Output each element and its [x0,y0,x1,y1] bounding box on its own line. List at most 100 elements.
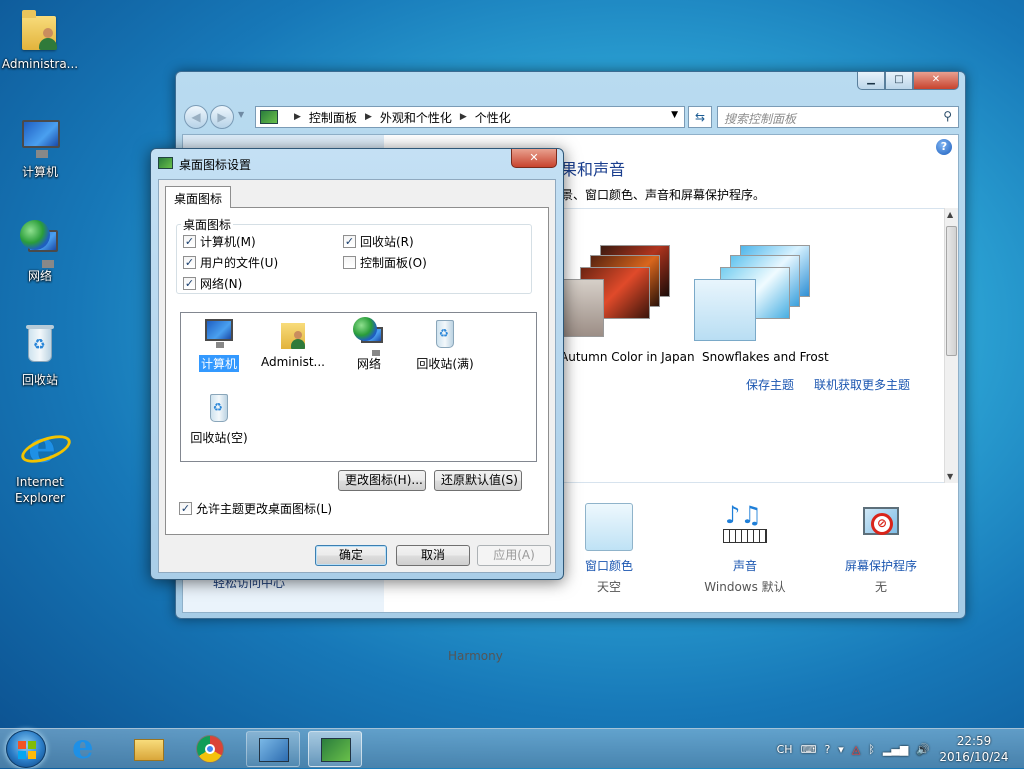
checkbox-mark[interactable]: ✓ [183,277,196,290]
list-item-label: 回收站(空) [190,431,248,445]
checkbox-network[interactable]: ✓ 网络(N) [183,275,242,292]
taskbar-internet-explorer[interactable]: e [60,727,114,767]
window-color-option[interactable]: 窗口颜色 天空 [554,503,664,595]
window-color-icon [585,503,633,551]
list-item-computer[interactable]: 计算机 [181,317,257,372]
network-icon [16,218,64,268]
list-item-label: 计算机 [198,355,239,372]
screensaver-option[interactable]: ⊘ 屏幕保护程序 无 [826,503,936,595]
desktop-icon-label: Internet Explorer [15,475,65,505]
checkbox-label: 控制面板(O) [360,256,427,270]
forward-button[interactable]: ▶ [210,105,234,129]
list-item-recycle-bin-full[interactable]: 回收站(满) [407,317,483,372]
desktop-icon-computer[interactable]: 计算机 [0,114,80,180]
screensaver-value: 无 [874,580,887,594]
maximize-button[interactable]: □ [885,72,913,90]
antivirus-icon[interactable]: ◬ [852,743,860,756]
cancel-button[interactable]: 取消 [396,545,470,566]
checkbox-computer[interactable]: ✓ 计算机(M) [183,233,256,250]
theme-label[interactable]: Autumn Color in Japan [560,350,695,364]
back-button[interactable]: ◀ [184,105,208,129]
input-language[interactable]: CH [777,743,793,756]
tab-desktop-icons[interactable]: 桌面图标 [165,186,232,208]
breadcrumb-item[interactable]: 个性化 [475,109,511,126]
address-dropdown-icon[interactable]: ▼ [671,110,678,120]
control-panel-icon [260,110,278,124]
checkbox-control-panel[interactable]: 控制面板(O) [343,254,427,271]
network-signal-icon[interactable]: ▂▄▆ [883,743,908,756]
scroll-thumb[interactable] [946,226,957,356]
checkbox-user-files[interactable]: ✓ 用户的文件(U) [183,254,278,271]
checkbox-label: 计算机(M) [200,235,256,249]
ok-button[interactable]: 确定 [315,545,387,566]
breadcrumb-arrow-icon: ▶ [459,112,467,122]
bluetooth-icon[interactable]: ᛒ [868,743,875,756]
checkbox-label: 用户的文件(U) [200,256,279,270]
taskbar: e CH ⌨ ? ▾ ◬ ᛒ ▂▄▆ 🔊 22:59 2016/10/24 [0,727,1024,768]
search-input[interactable]: 搜索控制面板 ⚲ [717,106,959,128]
scroll-up-icon[interactable]: ▲ [947,210,953,219]
help-icon[interactable]: ? [824,743,830,756]
chevron-down-icon[interactable]: ▾ [838,743,844,756]
help-icon[interactable]: ? [936,139,952,155]
clock[interactable]: 22:59 2016/10/24 [934,733,1014,765]
theme-snowflakes-thumbnail[interactable] [694,245,818,341]
address-bar[interactable]: ▶ 控制面板 ▶ 外观和个性化 ▶ 个性化 ▼ [255,106,685,128]
restore-default-button[interactable]: 还原默认值(S) [434,470,522,491]
desktop-icon-internet-explorer[interactable]: e Internet Explorer [0,424,80,506]
list-item-recycle-bin-empty[interactable]: 回收站(空) [181,391,257,446]
checkbox-mark[interactable]: ✓ [183,256,196,269]
checkbox-mark[interactable]: ✓ [183,235,196,248]
get-more-themes-link[interactable]: 联机获取更多主题 [814,376,910,393]
dialog-close-button[interactable]: ✕ [511,149,557,168]
page-subtitle: 景、窗口颜色、声音和屏幕保护程序。 [561,188,766,202]
save-theme-link[interactable]: 保存主题 [746,376,794,393]
theme-list-scrollbar[interactable]: ▲ ▼ [944,208,958,483]
theme-label[interactable]: Snowflakes and Frost [702,350,829,364]
desktop-icon-label: 计算机 [21,165,58,179]
close-button[interactable]: ✕ [913,72,959,90]
windows-logo-icon [18,741,36,759]
taskbar-personalization[interactable] [308,731,362,767]
breadcrumb-item[interactable]: 控制面板 [309,109,357,126]
checkbox-mark[interactable] [343,256,356,269]
taskbar-file-explorer[interactable] [122,731,176,767]
scroll-down-icon[interactable]: ▼ [947,472,953,481]
checkbox-label: 网络(N) [200,277,243,291]
checkbox-mark[interactable]: ✓ [179,502,192,515]
list-item-network[interactable]: 网络 [331,317,407,372]
search-icon[interactable]: ⚲ [943,109,952,123]
taskbar-chrome[interactable] [184,731,238,767]
taskbar-control-panel[interactable] [246,731,300,767]
start-button[interactable] [6,730,46,768]
apply-button[interactable]: 应用(A) [477,545,551,566]
desktop-icon-network[interactable]: 网络 [0,218,80,284]
checkbox-allow-themes[interactable]: ✓ 允许主题更改桌面图标(L) [179,500,332,517]
checkbox-recycle-bin[interactable]: ✓ 回收站(R) [343,233,414,250]
minimize-button[interactable]: ▁ [857,72,885,90]
network-icon [351,317,387,356]
dialog-body: 桌面图标 桌面图标 ✓ 计算机(M) ✓ 回收站(R) ✓ 用户的文件(U) 控制面板… [158,179,556,573]
checkbox-label: 允许主题更改桌面图标(L) [196,502,333,516]
theme-autumn-thumbnail[interactable] [560,245,684,341]
recycle-bin-empty-icon [201,391,237,427]
breadcrumb-item[interactable]: 外观和个性化 [380,109,452,126]
recent-pages-icon[interactable]: ▼ [238,110,244,119]
desktop-icon-user-folder[interactable]: Administra... [0,6,80,72]
sounds-value: Windows 默认 [704,580,786,594]
refresh-button[interactable]: ⇆ [688,106,712,128]
dialog-title: 桌面图标设置 [179,158,252,172]
desktop-icon-recycle-bin[interactable]: 回收站 [0,322,80,388]
list-item-label: Administ... [261,355,325,369]
keyboard-icon[interactable]: ⌨ [801,743,817,756]
change-icon-button[interactable]: 更改图标(H)... [338,470,426,491]
sounds-title: 声音 [732,559,757,573]
volume-icon[interactable]: 🔊 [916,743,930,756]
list-item-label: 网络 [356,357,381,371]
sounds-option[interactable]: ♪♫ 声音 Windows 默认 [690,501,800,595]
internet-explorer-icon: e [16,424,64,472]
control-panel-icon [259,738,289,762]
dialog-app-icon [158,157,173,169]
list-item-user-folder[interactable]: Administ... [255,317,331,369]
checkbox-mark[interactable]: ✓ [343,235,356,248]
